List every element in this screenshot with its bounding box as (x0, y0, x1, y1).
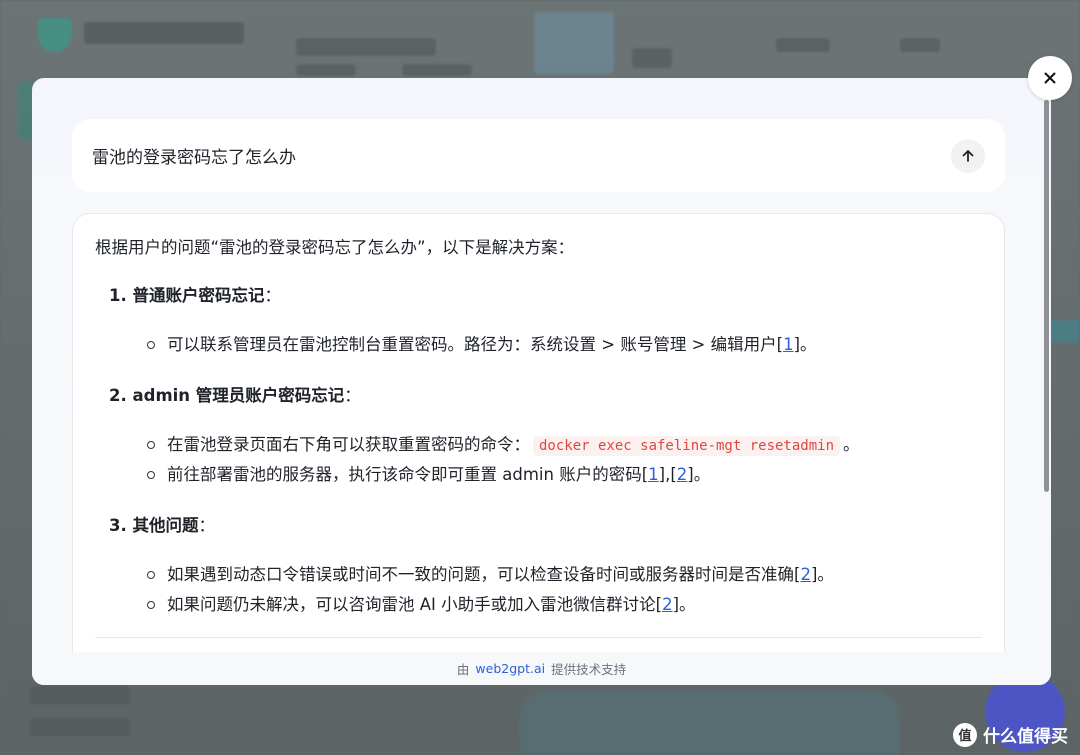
bullet-list: 可以联系管理员在雷池控制台重置密码。路径为：系统设置 > 账号管理 > 编辑用户… (95, 330, 982, 360)
send-button[interactable] (951, 138, 985, 173)
watermark: 值 什么值得买 (953, 722, 1068, 747)
background-logo-icon (38, 18, 72, 52)
section-title-colon: ： (344, 386, 361, 405)
close-button[interactable] (1028, 56, 1072, 100)
bullet-text-end: ]。 (810, 565, 834, 584)
answer-section-1: 1. 普通账户密码忘记： 可以联系管理员在雷池控制台重置密码。路径为：系统设置 … (95, 284, 982, 360)
background-header-title (296, 38, 436, 56)
list-item: 如果问题仍未解决，可以咨询雷池 AI 小助手或加入雷池微信群讨论[2]。 (147, 590, 982, 620)
modal-scrollbar[interactable] (1044, 100, 1049, 492)
bullet-text-end: 。 (843, 434, 860, 454)
background-sidebar-row-2 (30, 718, 130, 736)
bullet-text-body: 如果遇到动态口令错误或时间不一致的问题，可以检查设备时间或服务器时间是否准确[ (167, 565, 801, 584)
bullet-circle-icon (147, 341, 155, 349)
bullet-list: 在雷池登录页面右下角可以获取重置密码的命令： docker exec safeli… (95, 430, 982, 490)
background-map (520, 690, 900, 755)
reference-link[interactable]: 2 (662, 595, 673, 614)
background-header-sub-2 (402, 64, 472, 76)
background-logo-text (84, 22, 244, 44)
bullet-text-end: ]。 (793, 335, 817, 354)
bullet-list: 如果遇到动态口令错误或时间不一致的问题，可以检查设备时间或服务器时间是否准确[2… (95, 560, 982, 620)
query-text: 雷池的登录密码忘了怎么办 (92, 148, 296, 168)
bullet-text-end: ]。 (687, 465, 711, 484)
answer-intro: 根据用户的问题“雷池的登录密码忘了怎么办”，以下是解决方案： (95, 238, 575, 257)
section-title-text: 3. 其他问题 (109, 516, 199, 535)
bullet-text-body: 如果问题仍未解决，可以咨询雷池 AI 小助手或加入雷池微信群讨论[ (167, 595, 663, 614)
section-title-text: 1. 普通账户密码忘记 (109, 286, 265, 305)
arrow-up-icon (962, 149, 974, 162)
reference-link[interactable]: 2 (677, 465, 688, 484)
bullet-circle-icon (147, 471, 155, 479)
command-code: docker exec safeline-mgt resetadmin (533, 435, 841, 456)
answer-divider (95, 637, 982, 638)
reference-link[interactable]: 1 (783, 335, 794, 354)
background-right-strip (1050, 320, 1080, 342)
bullet-text: 前往部署雷池的服务器，执行该命令即可重置 admin 账户的密码[1],[2]。 (167, 460, 710, 490)
section-title-colon: ： (198, 516, 216, 535)
bullet-text-end: ]。 (672, 595, 696, 614)
reference-link[interactable]: 2 (800, 565, 811, 584)
background-header-item-3 (900, 38, 940, 52)
list-item: 前往部署雷池的服务器，执行该命令即可重置 admin 账户的密码[1],[2]。 (147, 460, 982, 490)
section-title-text: 2. admin 管理员账户密码忘记 (109, 386, 345, 405)
background-qr-block (534, 12, 614, 74)
bullet-text: 可以联系管理员在雷池控制台重置密码。路径为：系统设置 > 账号管理 > 编辑用户… (167, 330, 817, 360)
watermark-badge-icon: 值 (953, 722, 977, 747)
background-header-item (632, 48, 672, 68)
powered-by-footer: 由 web2gpt.ai 提供技术支持 (32, 652, 1051, 685)
background-header-item-2 (776, 38, 830, 52)
answer-card: 根据用户的问题“雷池的登录密码忘了怎么办”，以下是解决方案： 1. 普通账户密码… (72, 213, 1005, 685)
ai-answer-modal: 雷池的登录密码忘了怎么办 根据用户的问题“雷池的登录密码忘了怎么办”，以下是解决… (32, 78, 1051, 685)
section-title: 2. admin 管理员账户密码忘记： (95, 384, 982, 408)
answer-section-2: 2. admin 管理员账户密码忘记： 在雷池登录页面右下角可以获取重置密码的命… (95, 384, 982, 490)
section-title: 1. 普通账户密码忘记： (95, 284, 982, 308)
bullet-text-body: 前往部署雷池的服务器，执行该命令即可重置 admin 账户的密码[ (167, 465, 649, 484)
bullet-text-mid: ],[ (658, 465, 677, 484)
query-box: 雷池的登录密码忘了怎么办 (72, 119, 1005, 192)
bullet-text: 在雷池登录页面右下角可以获取重置密码的命令： docker exec safeli… (167, 430, 860, 461)
background-header-sub (296, 64, 356, 76)
background-sidebar-row (30, 686, 130, 704)
list-item: 在雷池登录页面右下角可以获取重置密码的命令： docker exec safeli… (147, 430, 982, 460)
section-title: 3. 其他问题： (95, 514, 982, 538)
close-icon (1044, 72, 1056, 84)
answer-section-3: 3. 其他问题： 如果遇到动态口令错误或时间不一致的问题，可以检查设备时间或服务… (95, 514, 982, 620)
footer-prefix: 由 (456, 662, 470, 677)
list-item: 如果遇到动态口令错误或时间不一致的问题，可以检查设备时间或服务器时间是否准确[2… (147, 560, 982, 590)
bullet-circle-icon (147, 601, 155, 609)
bullet-text-body: 在雷池登录页面右下角可以获取重置密码的命令： (167, 434, 530, 454)
list-item: 可以联系管理员在雷池控制台重置密码。路径为：系统设置 > 账号管理 > 编辑用户… (147, 330, 982, 360)
reference-link[interactable]: 1 (648, 465, 659, 484)
watermark-text: 什么值得买 (983, 727, 1068, 747)
bullet-circle-icon (147, 571, 155, 579)
bullet-text-body: 可以联系管理员在雷池控制台重置密码。路径为：系统设置 > 账号管理 > 编辑用户… (167, 335, 784, 354)
footer-link[interactable]: web2gpt.ai (475, 661, 545, 676)
section-title-colon: ： (264, 286, 282, 305)
footer-suffix: 提供技术支持 (551, 662, 627, 677)
bullet-text: 如果问题仍未解决，可以咨询雷池 AI 小助手或加入雷池微信群讨论[2]。 (167, 590, 696, 620)
bullet-text: 如果遇到动态口令错误或时间不一致的问题，可以检查设备时间或服务器时间是否准确[2… (167, 560, 834, 590)
bullet-circle-icon (147, 441, 155, 449)
